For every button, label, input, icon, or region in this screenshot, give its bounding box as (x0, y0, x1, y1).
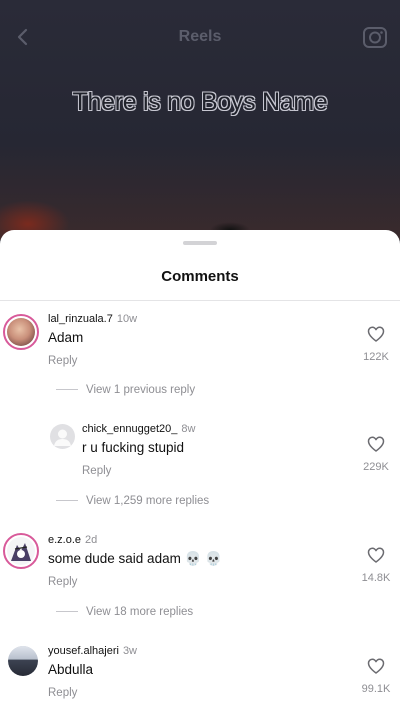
comment-time: 2d (85, 534, 98, 546)
comment-meta: lal_rinzuala.7 10w (48, 313, 137, 325)
avatar[interactable] (3, 314, 39, 350)
comments-sheet: Comments lal_rinzuala.7 10w Adam Reply 12… (0, 230, 400, 708)
default-avatar-icon (54, 429, 71, 446)
comment-item: e.z.o.e 2d some dude said adam 💀 💀 Reply … (0, 529, 400, 624)
comment-username[interactable]: e.z.o.e (48, 534, 81, 546)
view-replies-label: View 1,259 more replies (86, 495, 210, 507)
avatar[interactable] (3, 533, 39, 569)
heart-icon (367, 658, 385, 674)
view-replies-link[interactable]: View 1 previous reply (56, 384, 195, 396)
comment-username[interactable]: yousef.alhajeri (48, 645, 119, 657)
reply-button[interactable]: Reply (48, 355, 77, 367)
divider (0, 300, 400, 301)
like-button[interactable] (367, 326, 385, 342)
like-count: 122K (363, 351, 389, 363)
comment-time: 10w (116, 313, 138, 325)
like-count: 14.8K (361, 572, 391, 584)
like-count: 99.1K (361, 683, 391, 695)
comment-text: Abdulla (48, 662, 94, 677)
thread-line (56, 389, 78, 391)
camera-icon (363, 27, 387, 48)
thread-line (56, 611, 78, 613)
reply-button[interactable]: Reply (82, 465, 111, 477)
view-replies-link[interactable]: View 1,259 more replies (56, 495, 209, 507)
reels-title: Reels (178, 28, 222, 45)
comment-text: r u fucking stupid (82, 440, 185, 455)
avatar[interactable] (50, 424, 75, 449)
reel-caption: There is no Boys Name (72, 88, 328, 116)
view-replies-label: View 1 previous reply (86, 384, 196, 396)
like-button[interactable] (367, 436, 385, 452)
comment-time: 3w (122, 645, 137, 657)
comments-title: Comments (161, 268, 239, 285)
like-button[interactable] (367, 547, 385, 563)
comment-meta: yousef.alhajeri 3w (48, 645, 137, 657)
like-count: 229K (363, 461, 389, 473)
comment-item: chick_ennugget20_ 8w r u fucking stupid R… (0, 418, 400, 513)
comment-text: some dude said adam 💀 💀 (48, 551, 222, 566)
view-replies-label: View 18 more replies (86, 606, 194, 618)
reply-button[interactable]: Reply (48, 576, 77, 588)
comment-meta: chick_ennugget20_ 8w (82, 423, 195, 435)
comment-username[interactable]: lal_rinzuala.7 (48, 313, 113, 325)
comment-text: Adam (48, 330, 84, 345)
avatar[interactable] (8, 646, 38, 676)
heart-icon (367, 326, 385, 342)
like-button[interactable] (367, 658, 385, 674)
camera-button[interactable] (362, 24, 388, 50)
comment-meta: e.z.o.e 2d (48, 534, 97, 546)
reel-video-background: Reels There is no Boys Name (0, 0, 400, 240)
comment-username[interactable]: chick_ennugget20_ (82, 423, 177, 435)
heart-icon (367, 436, 385, 452)
comment-item: yousef.alhajeri 3w Abdulla Reply 99.1K (0, 640, 400, 708)
thread-line (56, 500, 78, 502)
view-replies-link[interactable]: View 18 more replies (56, 606, 193, 618)
reply-button[interactable]: Reply (48, 687, 77, 699)
comment-time: 8w (181, 423, 196, 435)
heart-icon (367, 547, 385, 563)
reels-top-bar: Reels (0, 22, 400, 54)
sheet-drag-handle[interactable] (183, 241, 217, 245)
anime-avatar-icon (11, 543, 31, 561)
comment-item: lal_rinzuala.7 10w Adam Reply 122K View 1… (0, 308, 400, 403)
